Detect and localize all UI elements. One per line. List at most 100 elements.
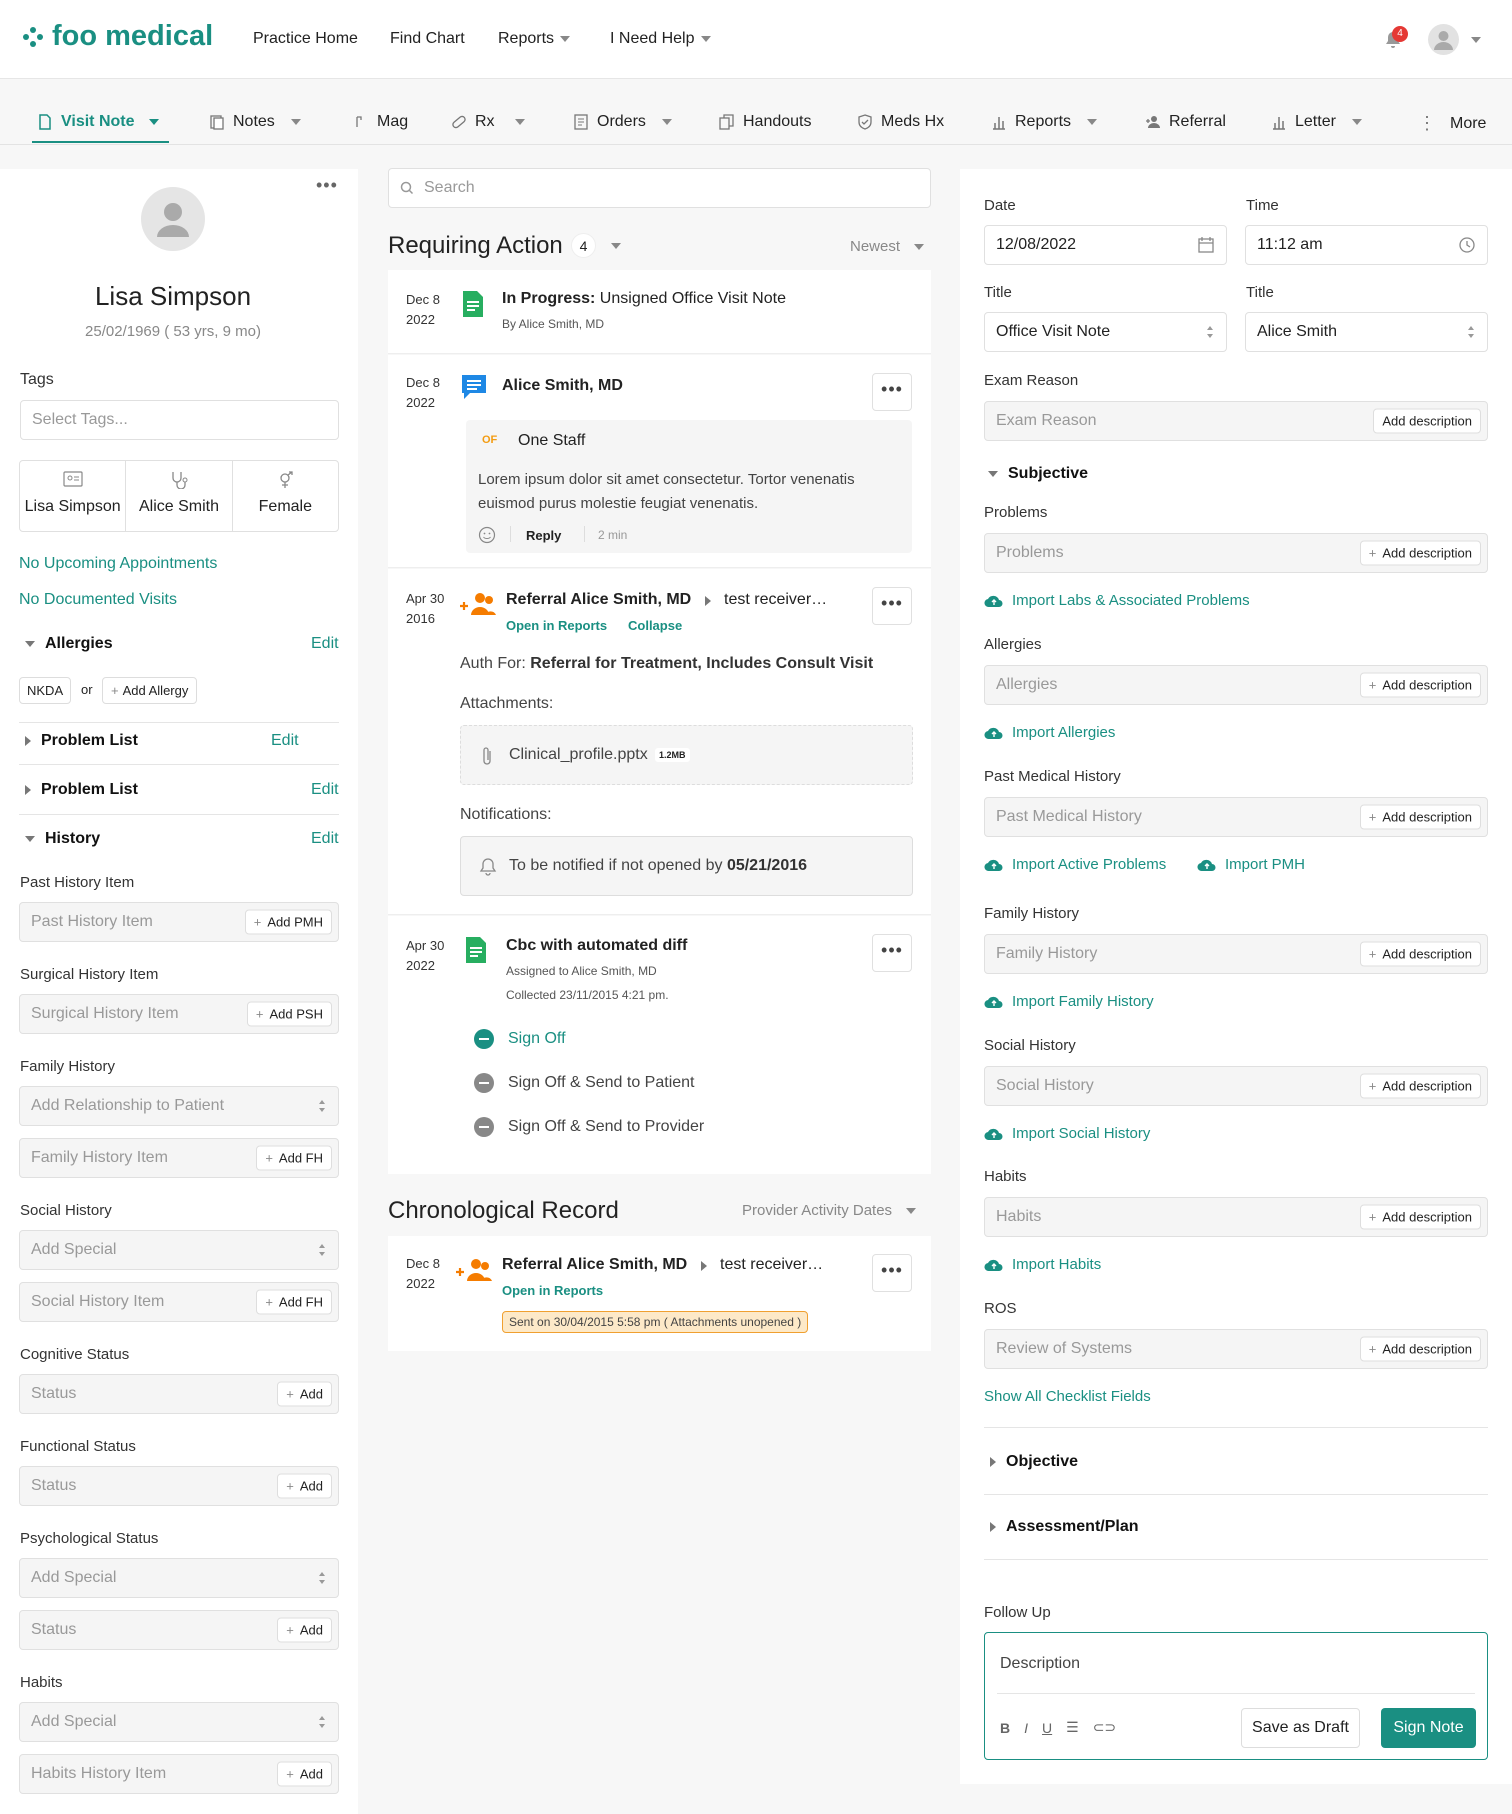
add-description-button[interactable]: + Add description	[1359, 1336, 1481, 1362]
family-relationship-select[interactable]: Add Relationship to Patient	[19, 1086, 339, 1126]
add-fh-button[interactable]: + Add FH	[256, 1145, 332, 1171]
habits-special-select[interactable]: Add Special	[19, 1702, 339, 1742]
add-button[interactable]: + Add	[277, 1761, 332, 1787]
nav-practice-home[interactable]: Practice Home	[253, 30, 358, 48]
tab-handouts[interactable]: Handouts	[719, 113, 812, 131]
tab-letter[interactable]: Letter	[1271, 113, 1362, 131]
nav-help[interactable]: I Need Help	[610, 30, 711, 48]
add-fh-button[interactable]: + Add FH	[256, 1289, 332, 1315]
save-as-draft-button[interactable]: Save as Draft	[1241, 1708, 1360, 1748]
history-toggle[interactable]: History	[25, 830, 100, 848]
social-special-select[interactable]: Add Special	[19, 1230, 339, 1270]
import-pmh-link[interactable]: Import PMH	[1197, 856, 1305, 873]
import-habits-link[interactable]: Import Habits	[984, 1256, 1101, 1273]
import-family-history-link[interactable]: Import Family History	[984, 993, 1154, 1010]
problem-list-toggle[interactable]: Problem List	[25, 732, 138, 750]
social-history-input[interactable]: Social History + Add description	[984, 1066, 1488, 1106]
cognitive-status-input[interactable]: Status + Add	[19, 1374, 339, 1414]
import-active-problems-link[interactable]: Import Active Problems	[984, 856, 1166, 873]
history-edit-link[interactable]: Edit	[311, 830, 339, 848]
allergies-section-toggle[interactable]: Allergies	[25, 635, 113, 653]
sort-newest-dropdown[interactable]: Newest	[850, 238, 925, 255]
social-history-input[interactable]: Social History Item + Add FH	[19, 1282, 339, 1322]
no-visits-link[interactable]: No Documented Visits	[19, 591, 177, 609]
add-description-button[interactable]: + Add description	[1359, 540, 1481, 566]
import-social-history-link[interactable]: Import Social History	[984, 1125, 1150, 1142]
title-select[interactable]: Office Visit Note	[984, 312, 1227, 352]
family-history-input[interactable]: Family History + Add description	[984, 934, 1488, 974]
objective-toggle[interactable]: Objective	[990, 1453, 1078, 1471]
sign-off-send-provider-action[interactable]: Sign Off & Send to Provider	[474, 1117, 704, 1137]
sign-off-send-patient-action[interactable]: Sign Off & Send to Patient	[474, 1073, 695, 1093]
subjective-toggle[interactable]: Subjective	[988, 465, 1088, 483]
habits-input[interactable]: Habits + Add description	[984, 1197, 1488, 1237]
chevron-down-icon[interactable]	[1471, 37, 1481, 43]
brand-logo[interactable]: foo medical	[22, 20, 213, 53]
assessment-plan-toggle[interactable]: Assessment/Plan	[990, 1518, 1139, 1536]
bold-icon[interactable]: B	[1000, 1720, 1010, 1736]
add-description-button[interactable]: + Add description	[1359, 1073, 1481, 1099]
tab-more[interactable]: ⋮ More	[1418, 113, 1486, 134]
tab-orders[interactable]: Orders	[573, 113, 672, 131]
import-allergies-link[interactable]: Import Allergies	[984, 724, 1115, 741]
add-allergy-button[interactable]: + Add Allergy	[102, 677, 198, 704]
pmh-input[interactable]: Past Medical History + Add description	[984, 797, 1488, 837]
add-description-button[interactable]: + Add description	[1359, 941, 1481, 967]
attachment-box[interactable]: Clinical_profile.pptx 1.2MB	[460, 725, 913, 785]
open-in-reports-link[interactable]: Open in Reports	[502, 1283, 603, 1298]
underline-icon[interactable]: U	[1042, 1720, 1052, 1736]
nkda-chip[interactable]: NKDA	[19, 677, 72, 704]
more-options-button[interactable]: •••	[872, 1254, 912, 1292]
add-description-button[interactable]: Add description	[1373, 408, 1481, 434]
time-input[interactable]: 11:12 am	[1245, 225, 1488, 265]
add-button[interactable]: + Add	[277, 1473, 332, 1499]
tab-visit-note[interactable]: Visit Note	[37, 113, 159, 131]
tags-select[interactable]: Select Tags...	[20, 400, 339, 440]
add-button[interactable]: + Add	[277, 1617, 332, 1643]
provider-select[interactable]: Alice Smith	[1245, 312, 1488, 352]
problems-input[interactable]: Problems + Add description	[984, 533, 1488, 573]
import-labs-link[interactable]: Import Labs & Associated Problems	[984, 592, 1250, 609]
open-in-reports-link[interactable]: Open in Reports	[506, 618, 607, 633]
tab-meds-hx[interactable]: Meds Hx	[857, 113, 944, 131]
description-textarea[interactable]: Description	[1000, 1655, 1080, 1673]
nav-find-chart[interactable]: Find Chart	[390, 30, 465, 48]
tab-reports[interactable]: Reports	[991, 113, 1098, 131]
add-psh-button[interactable]: + Add PSH	[246, 1001, 332, 1027]
tab-referral[interactable]: Referral	[1145, 113, 1226, 131]
tab-rx[interactable]: Rx	[451, 113, 525, 131]
more-options-button[interactable]: •••	[872, 587, 912, 625]
past-history-input[interactable]: Past History Item + Add PMH	[19, 902, 339, 942]
psych-status-input[interactable]: Status + Add	[19, 1610, 339, 1650]
problem-list-edit-link-2[interactable]: Edit	[311, 781, 339, 799]
feed-search-input[interactable]: Search	[388, 168, 931, 208]
more-options-button[interactable]: •••	[872, 373, 912, 411]
tab-mag[interactable]: Mag	[353, 113, 408, 131]
add-description-button[interactable]: + Add description	[1359, 672, 1481, 698]
feed-item[interactable]: Dec 8 2022 In Progress: Unsigned Office V…	[388, 270, 931, 354]
habits-history-input[interactable]: Habits History Item + Add	[19, 1754, 339, 1794]
show-all-checklist-link[interactable]: Show All Checklist Fields	[984, 1388, 1151, 1405]
collapse-link[interactable]: Collapse	[628, 618, 682, 633]
sign-off-action[interactable]: Sign Off	[474, 1029, 566, 1049]
psych-special-select[interactable]: Add Special	[19, 1558, 339, 1598]
chevron-down-icon[interactable]	[611, 243, 621, 249]
problem-list-edit-link[interactable]: Edit	[271, 732, 299, 750]
sign-note-button[interactable]: Sign Note	[1381, 1708, 1476, 1748]
no-appointments-link[interactable]: No Upcoming Appointments	[19, 555, 217, 573]
allergies-edit-link[interactable]: Edit	[311, 635, 339, 653]
user-avatar[interactable]	[1428, 24, 1459, 55]
link-icon[interactable]: ⊂⊃	[1093, 1719, 1116, 1736]
italic-icon[interactable]: I	[1024, 1720, 1028, 1736]
date-input[interactable]: 12/08/2022	[984, 225, 1227, 265]
chrono-item[interactable]: Dec 8 2022 Referral Alice Smith, MD test …	[388, 1236, 931, 1351]
functional-status-input[interactable]: Status + Add	[19, 1466, 339, 1506]
allergies-input[interactable]: Allergies + Add description	[984, 665, 1488, 705]
more-options-button[interactable]: •••	[872, 934, 912, 972]
tab-notes[interactable]: Notes	[209, 113, 301, 131]
activity-dates-dropdown[interactable]: Provider Activity Dates	[742, 1202, 917, 1219]
follow-up-editor[interactable]: Description B I U ☰ ⊂⊃ Save as Draft Sign No…	[984, 1632, 1488, 1760]
surgical-history-input[interactable]: Surgical History Item + Add PSH	[19, 994, 339, 1034]
family-history-input[interactable]: Family History Item + Add FH	[19, 1138, 339, 1178]
attachment-filename[interactable]: Clinical_profile.pptx	[509, 746, 648, 764]
